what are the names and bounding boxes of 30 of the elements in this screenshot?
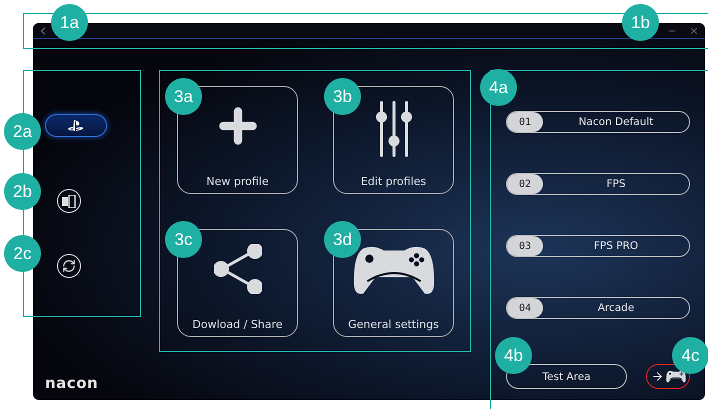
- profile-slot[interactable]: 01 Nacon Default: [506, 111, 690, 133]
- gamepad-icon: [666, 370, 686, 383]
- refresh-icon: [62, 259, 76, 273]
- slot-number: 02: [507, 174, 543, 194]
- callout-label: 2b: [4, 173, 41, 210]
- sliders-icon: [376, 101, 412, 157]
- gamepad-icon: [352, 244, 434, 296]
- callout-label: 2c: [4, 235, 41, 272]
- computer-button[interactable]: [57, 189, 81, 213]
- callout-label: 1b: [622, 4, 659, 41]
- brand-logo: nacon: [45, 374, 98, 392]
- profile-slot[interactable]: 04 Arcade: [506, 297, 690, 319]
- callout-label: 2a: [4, 113, 41, 150]
- profile-name: FPS: [605, 178, 627, 190]
- refresh-button[interactable]: [57, 254, 81, 278]
- profile-slot[interactable]: 02 FPS: [506, 173, 690, 195]
- profile-name: Arcade: [596, 302, 636, 314]
- share-icon: [214, 244, 262, 294]
- profile-name: FPS PRO: [592, 240, 640, 252]
- slot-number: 01: [507, 112, 543, 132]
- profile-name: Nacon Default: [578, 116, 654, 128]
- arrow-icon: [650, 370, 664, 383]
- slot-number: 04: [507, 298, 543, 318]
- logo-icon: [68, 120, 84, 132]
- computer-icon: [62, 194, 76, 208]
- slot-number: 03: [507, 236, 543, 256]
- profile-slot[interactable]: 03 FPS PRO: [506, 235, 690, 257]
- platform-button[interactable]: [45, 114, 107, 137]
- close-icon[interactable]: [689, 26, 699, 36]
- callout-label: 1a: [51, 4, 88, 41]
